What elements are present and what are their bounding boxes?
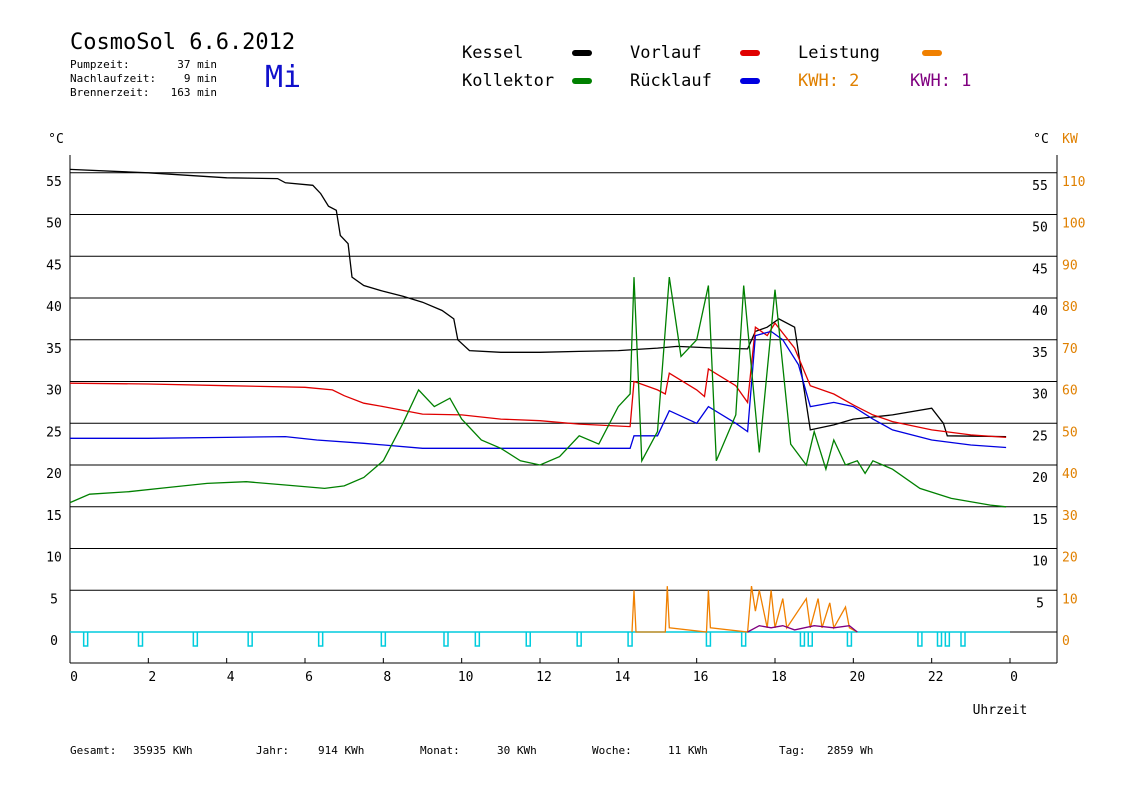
footer-gesamt-label: Gesamt:: [70, 744, 117, 757]
pump-marker: [192, 632, 199, 647]
y-tick-right-temp-20: 20: [1032, 471, 1048, 486]
footer-tag-label: Tag:: [779, 744, 806, 757]
x-tick-label-6: 12: [536, 670, 552, 685]
pump-marker: [799, 632, 806, 647]
pump-marker: [247, 632, 253, 647]
pump-marker: [576, 632, 582, 647]
footer-woche-value: 11 KWh: [668, 744, 708, 757]
y-tick-right-power-0: 0: [1062, 634, 1070, 649]
pump-marker: [474, 632, 481, 647]
footer-woche-label: Woche:: [592, 744, 632, 757]
footer-jahr-label: Jahr:: [256, 744, 290, 757]
x-tick-label-0: 0: [70, 670, 78, 685]
chart-grid: [70, 172, 1057, 633]
y-tick-right-power-110: 110: [1062, 175, 1085, 190]
y-tick-right-temp-30: 30: [1032, 388, 1048, 403]
y-tick-right-power-80: 80: [1062, 300, 1078, 315]
footer-monat-label: Monat:: [420, 744, 460, 757]
y-tick-left-25: 25: [46, 425, 62, 440]
y-tick-right-power-40: 40: [1062, 467, 1078, 482]
y-tick-left-15: 15: [46, 509, 62, 524]
pump-marker: [380, 632, 387, 647]
pump-marker: [917, 632, 923, 647]
y-tick-left-20: 20: [46, 467, 62, 482]
y-tick-right-power-90: 90: [1062, 258, 1078, 273]
footer-monat-value: 30 KWh: [497, 744, 537, 757]
pump-markers: [70, 631, 1010, 647]
y-tick-right-temp-50: 50: [1032, 221, 1048, 236]
chart-tick-labels: 0510152025303540455055510152025303540455…: [46, 132, 1085, 718]
y-tick-left-55: 55: [46, 175, 62, 190]
y-tick-right-temp-5: 5: [1036, 596, 1044, 611]
footer-jahr-value: 914 KWh: [318, 744, 365, 757]
x-tick-label-11: 22: [928, 670, 944, 685]
pump-marker: [627, 632, 633, 647]
y-tick-right-temp-35: 35: [1032, 346, 1048, 361]
y-tick-right-temp-45: 45: [1032, 262, 1048, 277]
y-tick-left-40: 40: [46, 300, 62, 315]
y-axis-label-right-power: KW: [1062, 132, 1078, 147]
x-tick-label-5: 10: [458, 670, 474, 685]
y-tick-right-temp-25: 25: [1032, 429, 1048, 444]
series-leistung-line: [631, 585, 858, 633]
chart-series: [69, 168, 1007, 633]
x-tick-label-2: 4: [227, 670, 235, 685]
y-tick-left-50: 50: [46, 217, 62, 232]
x-tick-label-1: 2: [148, 670, 156, 685]
footer-tag-value: 2859 Wh: [827, 744, 874, 757]
y-tick-right-power-100: 100: [1062, 217, 1085, 232]
chart-axes: [69, 155, 1058, 664]
pump-marker: [807, 632, 813, 647]
pump-marker: [944, 632, 951, 647]
y-tick-right-power-10: 10: [1062, 592, 1078, 607]
x-tick-label-4: 8: [383, 670, 391, 685]
series-ruecklauf-line: [70, 330, 1007, 449]
y-tick-right-power-60: 60: [1062, 384, 1078, 399]
y-tick-right-power-30: 30: [1062, 509, 1078, 524]
y-tick-right-power-70: 70: [1062, 342, 1078, 357]
y-tick-left-35: 35: [46, 342, 62, 357]
y-tick-left-10: 10: [46, 551, 62, 566]
pump-marker: [936, 632, 943, 647]
pump-marker: [82, 632, 89, 647]
y-tick-right-power-20: 20: [1062, 551, 1078, 566]
y-tick-right-temp-15: 15: [1032, 513, 1048, 528]
series-kessel-line: [69, 168, 1007, 438]
x-tick-label-9: 18: [771, 670, 787, 685]
x-tick-label-10: 20: [850, 670, 866, 685]
y-tick-right-temp-10: 10: [1032, 555, 1048, 570]
x-tick-label-7: 14: [615, 670, 631, 685]
series-kollektor-line: [69, 277, 1007, 508]
y-tick-left-0: 0: [50, 634, 58, 649]
y-tick-left-45: 45: [46, 258, 62, 273]
footer-gesamt-value: 35935 KWh: [133, 744, 193, 757]
pump-marker: [443, 632, 449, 647]
series-kwh-line: [747, 625, 858, 633]
pump-marker: [137, 632, 144, 647]
y-axis-label-left: °C: [48, 132, 64, 147]
y-tick-right-power-50: 50: [1062, 425, 1078, 440]
x-tick-label-8: 16: [693, 670, 709, 685]
pump-marker: [317, 632, 324, 647]
pump-marker: [846, 632, 853, 647]
x-axis-label: Uhrzeit: [973, 703, 1028, 718]
y-tick-right-temp-40: 40: [1032, 304, 1048, 319]
y-tick-left-30: 30: [46, 384, 62, 399]
x-tick-label-12: 0: [1010, 670, 1018, 685]
pump-marker: [705, 632, 712, 647]
y-tick-right-temp-55: 55: [1032, 179, 1048, 194]
pump-marker: [740, 632, 747, 647]
y-tick-left-5: 5: [50, 592, 58, 607]
x-tick-label-3: 6: [305, 670, 313, 685]
pump-marker: [525, 632, 531, 647]
temperature-chart: 0510152025303540455055510152025303540455…: [46, 132, 1085, 718]
y-axis-label-right-temp: °C: [1033, 132, 1049, 147]
pump-marker: [960, 632, 966, 647]
